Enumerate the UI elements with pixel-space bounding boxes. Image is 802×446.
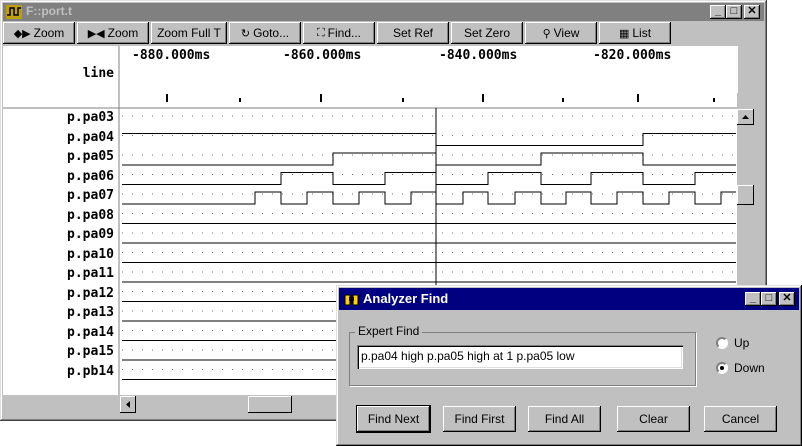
tick-mark bbox=[562, 98, 564, 102]
dialog-titlebar[interactable]: Analyzer Find _ □ ✕ bbox=[339, 288, 799, 310]
dialog-close-button[interactable]: ✕ bbox=[779, 292, 795, 306]
main-title: F::port.t bbox=[26, 4, 72, 18]
radio-circle-selected bbox=[716, 362, 728, 374]
tick-mark bbox=[482, 94, 484, 102]
radio-down[interactable]: Down bbox=[716, 361, 765, 375]
list-icon: ▦ bbox=[618, 27, 630, 40]
zoom-in-button[interactable]: ◆▶ Zoom bbox=[3, 22, 75, 44]
signal-trace bbox=[122, 172, 736, 185]
zoom-in-arrows-icon: ◆▶ bbox=[13, 27, 31, 40]
scroll-thumb[interactable] bbox=[737, 185, 754, 205]
list-button[interactable]: ▦ List bbox=[599, 22, 671, 44]
tick-mark bbox=[713, 98, 715, 102]
tick-mark bbox=[402, 98, 404, 102]
tick-mark bbox=[166, 94, 168, 102]
tick-mark bbox=[239, 98, 241, 102]
radio-up[interactable]: Up bbox=[716, 336, 749, 350]
scroll-up-button[interactable] bbox=[737, 109, 754, 125]
tick-mark bbox=[320, 94, 322, 102]
cancel-button[interactable]: Cancel bbox=[704, 406, 777, 432]
hscroll-thumb[interactable] bbox=[248, 396, 292, 413]
dialog-title: Analyzer Find bbox=[363, 291, 449, 306]
radio-circle bbox=[716, 337, 728, 349]
binoculars-icon: ⛶ bbox=[316, 26, 325, 39]
find-expression-input[interactable]: p.pa04 high p.pa05 high at 1 p.pa05 low bbox=[357, 345, 683, 369]
signal-trace bbox=[122, 152, 736, 166]
find-next-button[interactable]: Find Next bbox=[356, 405, 431, 433]
find-button[interactable]: ⛶ Find... bbox=[303, 22, 375, 44]
find-all-button[interactable]: Find All bbox=[528, 406, 601, 432]
minimize-button[interactable]: _ bbox=[710, 5, 726, 19]
zoom-out-button[interactable]: ▶◀ Zoom bbox=[77, 22, 149, 44]
goto-button[interactable]: ↻ Goto... bbox=[229, 22, 301, 44]
scroll-left-button[interactable] bbox=[120, 396, 136, 413]
set-zero-button[interactable]: Set Zero bbox=[451, 22, 523, 44]
binoculars-icon bbox=[344, 292, 360, 309]
magnifier-icon: ⚲ bbox=[542, 27, 551, 40]
dialog-maximize-button[interactable]: □ bbox=[761, 292, 777, 306]
signal-trace bbox=[122, 191, 736, 205]
signal-trace bbox=[122, 133, 736, 146]
dialog-minimize-button[interactable]: _ bbox=[745, 292, 761, 306]
app-icon bbox=[6, 5, 22, 22]
maximize-button[interactable]: □ bbox=[726, 5, 742, 19]
main-titlebar[interactable]: F::port.t _ □ ✕ bbox=[3, 3, 764, 21]
find-first-button[interactable]: Find First bbox=[443, 406, 516, 432]
toolbar: ◆▶ Zoom ▶◀ Zoom Zoom Full T ↻ Goto... ⛶ Find… bbox=[3, 22, 764, 46]
zoom-out-arrows-icon: ▶◀ bbox=[87, 27, 105, 40]
zoom-full-button[interactable]: Zoom Full T bbox=[151, 22, 227, 44]
view-button[interactable]: ⚲ View bbox=[525, 22, 597, 44]
goto-icon: ↻ bbox=[240, 27, 251, 40]
set-ref-button[interactable]: Set Ref bbox=[377, 22, 449, 44]
analyzer-find-dialog: Analyzer Find _ □ ✕ Expert Find p.pa04 h… bbox=[336, 285, 802, 446]
expert-find-label: Expert Find bbox=[355, 324, 423, 338]
close-button[interactable]: ✕ bbox=[744, 5, 760, 19]
clear-button[interactable]: Clear bbox=[617, 406, 690, 432]
tick-mark bbox=[637, 94, 639, 102]
